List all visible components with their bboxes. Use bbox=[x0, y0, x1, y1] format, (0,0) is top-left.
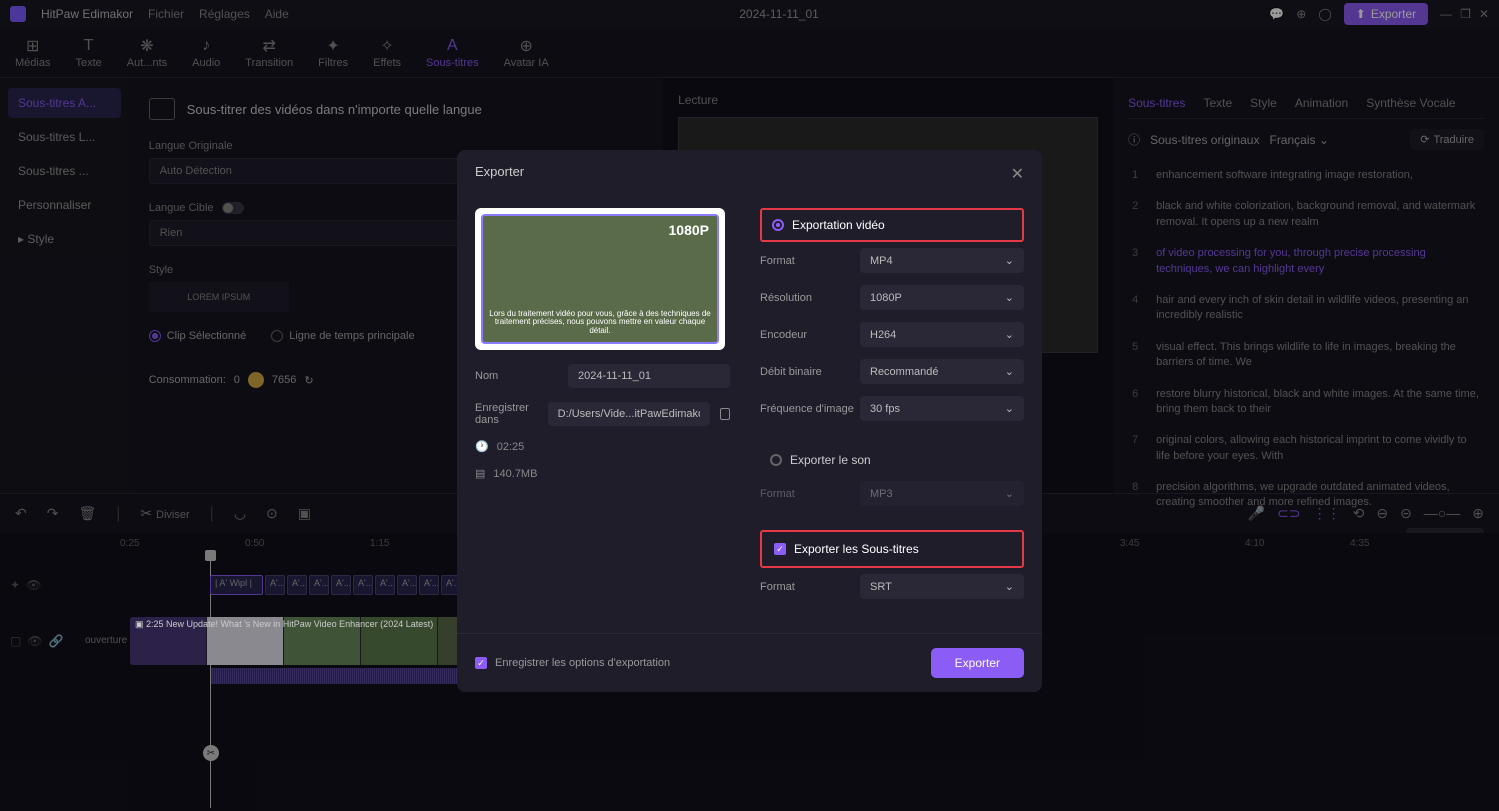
video-clip-label: ▣ 2:25 New Update! What 's New in HitPaw… bbox=[135, 619, 433, 630]
export-preview: 1080P Lors du traitement vidéo pour vous… bbox=[475, 208, 725, 350]
duration-value: 02:25 bbox=[497, 441, 525, 453]
modal-title: Exporter bbox=[475, 164, 524, 184]
modal-export-button[interactable]: Exporter bbox=[931, 648, 1024, 678]
format-select[interactable]: MP4⌄ bbox=[860, 248, 1024, 273]
audio-format-select: MP3⌄ bbox=[860, 481, 1024, 506]
preview-subtitle: Lors du traitement vidéo pour vous, grâc… bbox=[483, 308, 717, 338]
file-icon: ▤ bbox=[475, 467, 485, 480]
browse-folder-icon[interactable] bbox=[720, 408, 730, 420]
subtitle-format-label: Format bbox=[760, 581, 860, 593]
encoder-select[interactable]: H264⌄ bbox=[860, 322, 1024, 347]
video-export-radio[interactable]: Exportation vidéo bbox=[760, 208, 1024, 242]
resolution-label: Résolution bbox=[760, 292, 860, 304]
subtitle-export-checkbox[interactable]: ✓ Exporter les Sous-titres bbox=[760, 530, 1024, 568]
name-label: Nom bbox=[475, 370, 558, 382]
subtitle-format-select[interactable]: SRT⌄ bbox=[860, 574, 1024, 599]
filesize-value: 140.7MB bbox=[493, 468, 537, 480]
audio-format-label: Format bbox=[760, 488, 860, 500]
save-label: Enregistrer dans bbox=[475, 402, 538, 426]
bitrate-select[interactable]: Recommandé⌄ bbox=[860, 359, 1024, 384]
save-path-input[interactable] bbox=[548, 402, 710, 426]
audio-export-radio[interactable]: Exporter le son bbox=[760, 445, 1024, 475]
clock-icon: 🕐 bbox=[475, 440, 489, 453]
resolution-select[interactable]: 1080P⌄ bbox=[860, 285, 1024, 310]
format-label: Format bbox=[760, 255, 860, 267]
encoder-label: Encodeur bbox=[760, 329, 860, 341]
save-options-checkbox[interactable]: ✓ Enregistrer les options d'exportation bbox=[475, 657, 670, 669]
framerate-label: Fréquence d'image bbox=[760, 403, 860, 415]
modal-close-button[interactable]: ✕ bbox=[1011, 164, 1024, 184]
framerate-select[interactable]: 30 fps⌄ bbox=[860, 396, 1024, 421]
name-input[interactable] bbox=[568, 364, 730, 388]
export-modal: Exporter ✕ 1080P Lors du traitement vidé… bbox=[457, 150, 1042, 692]
modal-overlay: Exporter ✕ 1080P Lors du traitement vidé… bbox=[0, 0, 1499, 811]
bitrate-label: Débit binaire bbox=[760, 366, 860, 378]
preview-quality: 1080P bbox=[669, 222, 709, 238]
